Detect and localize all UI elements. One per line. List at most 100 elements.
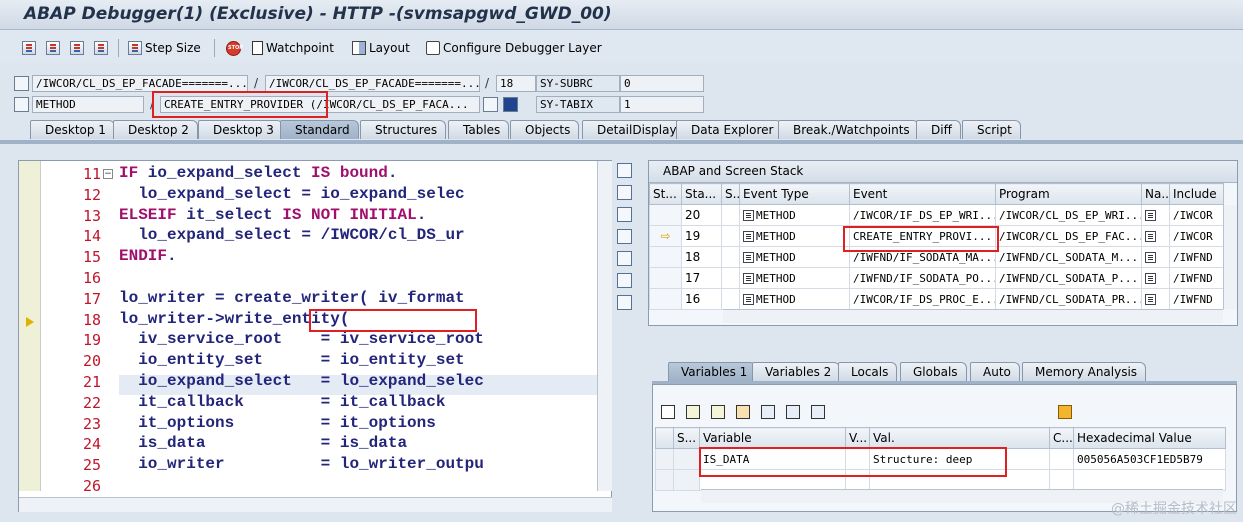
variables-toolbar bbox=[661, 405, 828, 419]
stack-nav-cell[interactable] bbox=[1141, 288, 1170, 310]
fold-toggle[interactable]: − bbox=[103, 169, 113, 179]
tab-script[interactable]: Script bbox=[962, 120, 1021, 139]
variable-row[interactable]: IS_DATA Structure: deep 005056A503CF1ED5… bbox=[655, 448, 1226, 470]
line-number: 23 bbox=[82, 414, 101, 433]
close-pane-icon[interactable] bbox=[617, 163, 632, 178]
find-icon[interactable] bbox=[811, 405, 825, 419]
navigate-icon[interactable] bbox=[483, 97, 498, 112]
navigate-icon[interactable] bbox=[1145, 293, 1156, 305]
stack-row[interactable]: 20 METHOD/IWCOR/IF_DS_EP_WRI.../IWCOR/CL_… bbox=[649, 204, 1224, 226]
code-line: io_writer = lo_writer_outpu bbox=[119, 455, 484, 474]
variable-name[interactable]: IS_DATA bbox=[699, 448, 846, 470]
stack-nav-cell[interactable] bbox=[1141, 267, 1170, 289]
save-icon[interactable] bbox=[1058, 405, 1072, 419]
stack-column-header[interactable]: Na... bbox=[1141, 183, 1170, 205]
execute-button[interactable] bbox=[46, 39, 63, 57]
tab-break-watchpoints[interactable]: Break./Watchpoints bbox=[778, 120, 919, 139]
swap-icon[interactable] bbox=[617, 251, 632, 266]
navigate-icon[interactable] bbox=[1145, 209, 1156, 221]
stack-row[interactable]: 16 METHOD/IWCOR/IF_DS_PROC_E.../IWFND/CL_… bbox=[649, 288, 1224, 310]
step-size-button[interactable]: Step Size bbox=[128, 39, 201, 57]
navigate-icon[interactable] bbox=[1145, 272, 1156, 284]
tab-data-explorer[interactable]: Data Explorer bbox=[676, 120, 783, 139]
delete-icon[interactable] bbox=[661, 405, 675, 419]
stack-event: CREATE_ENTRY_PROVI... bbox=[849, 225, 996, 247]
stack-column-header[interactable]: St... bbox=[649, 183, 682, 205]
navigate-icon[interactable] bbox=[1145, 230, 1156, 242]
tab-detail-display[interactable]: DetailDisplay bbox=[582, 120, 686, 139]
watchpoint-button[interactable]: Watchpoint bbox=[252, 39, 334, 57]
variables-tab[interactable]: Variables 2 bbox=[752, 362, 841, 381]
code-line: it_callback = it_callback bbox=[119, 392, 446, 411]
tab-desktop-3[interactable]: Desktop 3 bbox=[198, 120, 283, 139]
stack-column-header[interactable]: Event Type bbox=[739, 183, 850, 205]
variables-column-header[interactable]: S... bbox=[673, 427, 700, 449]
tool-settings-icon[interactable] bbox=[617, 295, 632, 310]
stack-level: 19 bbox=[681, 225, 722, 247]
stack-column-header[interactable]: S... bbox=[721, 183, 740, 205]
variables-tab[interactable]: Memory Analysis bbox=[1022, 362, 1147, 381]
tab-tables[interactable]: Tables bbox=[448, 120, 510, 139]
import-icon[interactable] bbox=[686, 405, 700, 419]
tab-desktop-1[interactable]: Desktop 1 bbox=[30, 120, 115, 139]
tab-desktop-2[interactable]: Desktop 2 bbox=[113, 120, 198, 139]
tab-standard[interactable]: Standard bbox=[280, 120, 359, 139]
variables-column-header[interactable]: Hexadecimal Value bbox=[1073, 427, 1226, 449]
code-line: lo_writer = create_writer( iv_format bbox=[119, 288, 465, 307]
step-size-icon bbox=[128, 41, 142, 55]
variables-table: S... Variable V... Val. C... Hexadecimal Valu… bbox=[655, 427, 1226, 491]
variables-column-header[interactable]: Variable bbox=[699, 427, 846, 449]
variables-tab[interactable]: Variables 1 bbox=[668, 362, 757, 381]
new-tool-icon[interactable] bbox=[617, 185, 632, 200]
method-icon bbox=[743, 209, 754, 221]
code-vertical-scrollbar[interactable] bbox=[597, 161, 612, 491]
layout-button[interactable]: Layout bbox=[352, 39, 410, 57]
stack-horizontal-scrollbar[interactable] bbox=[723, 309, 1223, 323]
program-field: /IWCOR/CL_DS_EP_FACADE=======... bbox=[32, 75, 248, 92]
tab-diff[interactable]: Diff bbox=[916, 120, 961, 139]
stack-nav-cell[interactable] bbox=[1141, 246, 1170, 268]
configure-debugger-layer-button[interactable]: Configure Debugger Layer bbox=[426, 39, 602, 57]
services-icon[interactable] bbox=[617, 273, 632, 288]
stack-row[interactable]: 18 METHOD/IWFND/IF_SODATA_MA.../IWFND/CL_… bbox=[649, 246, 1224, 268]
line-number: 15 bbox=[82, 248, 101, 267]
debugger-toolbar: Step Size Watchpoint Layout Configure De… bbox=[0, 31, 1243, 63]
variables-tab[interactable]: Locals bbox=[838, 362, 898, 381]
tab-objects[interactable]: Objects bbox=[510, 120, 580, 139]
stack-column-header[interactable]: Sta... bbox=[681, 183, 722, 205]
export-icon[interactable] bbox=[711, 405, 725, 419]
stack-program: /IWFND/CL_SODATA_P... bbox=[995, 267, 1142, 289]
side-tool-icons bbox=[614, 160, 636, 320]
stack-current-marker bbox=[649, 267, 682, 289]
return-button[interactable] bbox=[70, 39, 87, 57]
info-icon[interactable] bbox=[503, 97, 518, 112]
stack-column-header[interactable]: Program bbox=[995, 183, 1142, 205]
sy-tabix-label: SY-TABIX bbox=[536, 96, 620, 113]
variable-value[interactable]: Structure: deep bbox=[869, 448, 1050, 470]
stack-include: /IWFND bbox=[1169, 267, 1224, 289]
stack-nav-cell[interactable] bbox=[1141, 204, 1170, 226]
variables-column-header[interactable]: Val. bbox=[869, 427, 1050, 449]
code-horizontal-scrollbar[interactable] bbox=[19, 497, 612, 512]
tab-structures[interactable]: Structures bbox=[360, 120, 447, 139]
maximize-icon[interactable] bbox=[617, 229, 632, 244]
stack-row[interactable]: 17 METHOD/IWFND/IF_SODATA_PO.../IWFND/CL_… bbox=[649, 267, 1224, 289]
replace-tool-icon[interactable] bbox=[617, 207, 632, 222]
variables-tab[interactable]: Globals bbox=[900, 362, 967, 381]
stop-button[interactable] bbox=[226, 39, 244, 57]
stack-row[interactable]: ⇨ 19 METHOD CREATE_ENTRY_PROVI.../IWCOR/CL_… bbox=[649, 225, 1224, 247]
navigate-icon[interactable] bbox=[1145, 251, 1156, 263]
variables-column-header[interactable]: V... bbox=[845, 427, 870, 449]
stack-nav-cell[interactable] bbox=[1141, 225, 1170, 247]
step-into-button[interactable] bbox=[22, 39, 39, 57]
stack-column-header[interactable]: Event bbox=[849, 183, 996, 205]
variables-column-header[interactable]: C... bbox=[1049, 427, 1074, 449]
clear-icon[interactable] bbox=[736, 405, 750, 419]
variables-tab[interactable]: Auto bbox=[970, 362, 1020, 381]
hierarchy-icon[interactable] bbox=[761, 405, 775, 419]
stack-vertical-scrollbar[interactable] bbox=[1223, 205, 1237, 309]
move-icon[interactable] bbox=[786, 405, 800, 419]
continue-button[interactable] bbox=[94, 39, 111, 57]
stack-program: /IWCOR/CL_DS_EP_FAC... bbox=[995, 225, 1142, 247]
stack-column-header[interactable]: Include bbox=[1169, 183, 1224, 205]
